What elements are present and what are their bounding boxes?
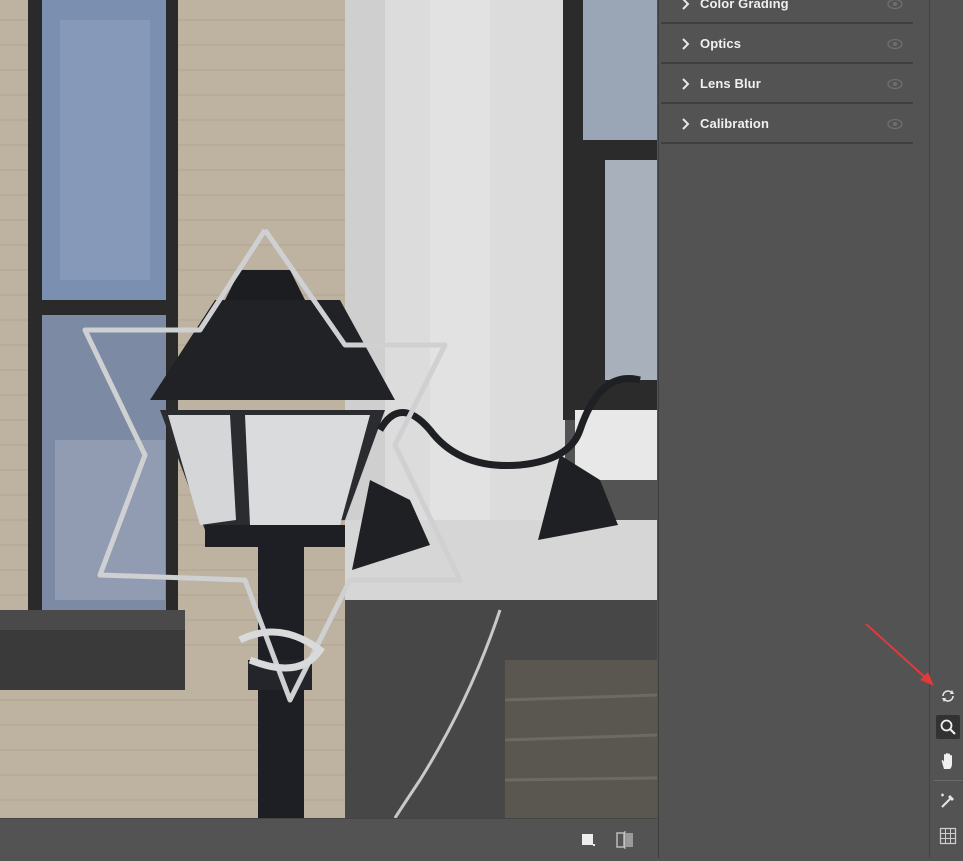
eye-icon[interactable]: [887, 118, 903, 130]
rotate-icon[interactable]: [936, 684, 960, 708]
section-label: Lens Blur: [700, 76, 761, 91]
chevron-right-icon: [682, 0, 690, 10]
edit-panel: Color Grading Optics Lens Blur Calibrati…: [658, 0, 929, 858]
view-single-icon[interactable]: [578, 830, 598, 850]
eye-icon[interactable]: [887, 78, 903, 90]
section-optics[interactable]: Optics: [661, 25, 913, 64]
section-label: Color Grading: [700, 0, 789, 11]
zoom-icon[interactable]: [936, 715, 960, 739]
canvas-bottom-bar: [0, 818, 657, 859]
photo-canvas[interactable]: [0, 0, 657, 818]
photo-image: [0, 0, 657, 818]
eyedropper-icon[interactable]: [936, 789, 960, 813]
section-label: Calibration: [700, 116, 769, 131]
section-lens-blur[interactable]: Lens Blur: [661, 65, 913, 104]
section-calibration[interactable]: Calibration: [661, 105, 913, 144]
compare-icon[interactable]: [615, 830, 635, 850]
chevron-right-icon: [682, 78, 690, 90]
section-label: Optics: [700, 36, 742, 51]
tool-divider: [934, 780, 962, 781]
chevron-right-icon: [682, 38, 690, 50]
hand-icon[interactable]: [936, 749, 960, 773]
eye-icon[interactable]: [887, 38, 903, 50]
tool-strip: [929, 0, 963, 858]
grid-icon[interactable]: [936, 824, 960, 848]
eye-icon[interactable]: [887, 0, 903, 10]
chevron-right-icon: [682, 118, 690, 130]
section-color-grading[interactable]: Color Grading: [661, 0, 913, 24]
